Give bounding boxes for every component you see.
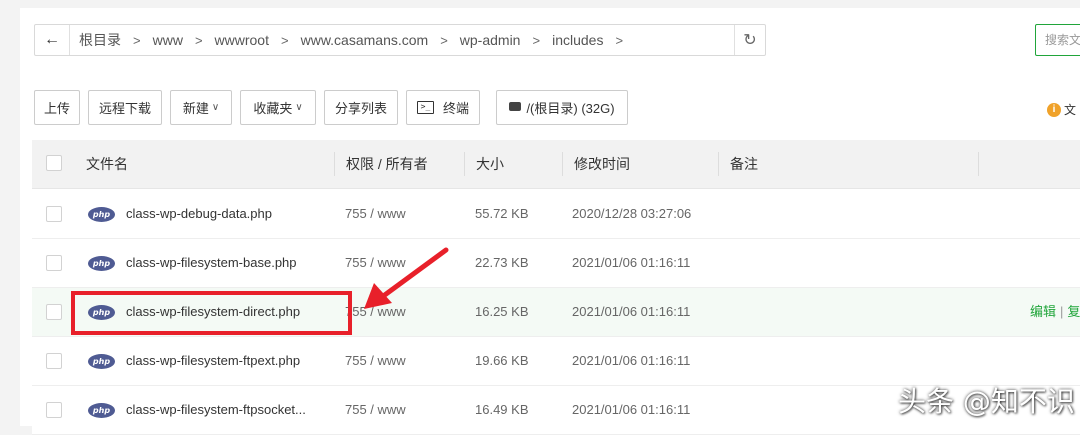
share-list-button[interactable]: 分享列表 bbox=[324, 90, 398, 125]
file-permission[interactable]: 755 / www bbox=[345, 190, 406, 238]
highlight-box bbox=[71, 291, 352, 335]
remote-download-button[interactable]: 远程下载 bbox=[88, 90, 162, 125]
file-size: 55.72 KB bbox=[475, 206, 529, 221]
breadcrumb-item-wp-admin[interactable]: wp-admin bbox=[460, 32, 521, 48]
refresh-button[interactable]: ↻ bbox=[734, 25, 765, 55]
header-divider bbox=[978, 152, 979, 176]
remote-download-label: 远程下载 bbox=[98, 101, 151, 116]
file-size: 19.66 KB bbox=[475, 353, 529, 368]
file-size: 22.73 KB bbox=[475, 255, 529, 270]
chevron-right-icon: > bbox=[133, 32, 141, 48]
file-size: 16.49 KB bbox=[475, 402, 529, 417]
table-row[interactable]: php class-wp-filesystem-base.php 755 / w… bbox=[32, 239, 1080, 288]
table-header: 文件名 权限 / 所有者 大小 修改时间 备注 bbox=[32, 140, 1080, 189]
file-mtime: 2020/12/28 03:27:06 bbox=[572, 206, 692, 221]
file-mtime: 2021/01/06 01:16:11 bbox=[572, 402, 691, 417]
php-file-icon: php bbox=[88, 403, 115, 418]
header-name[interactable]: 文件名 bbox=[86, 140, 128, 188]
header-divider bbox=[562, 152, 563, 176]
favorites-label: 收藏夹 bbox=[253, 101, 293, 116]
php-file-icon: php bbox=[88, 354, 115, 369]
chevron-right-icon: > bbox=[440, 32, 448, 48]
header-divider bbox=[464, 152, 465, 176]
php-file-icon: php bbox=[88, 207, 115, 222]
search-input[interactable]: 搜索文 bbox=[1035, 24, 1080, 56]
chevron-right-icon: > bbox=[532, 32, 541, 48]
terminal-label: 终端 bbox=[442, 101, 469, 116]
file-permission[interactable]: 755 / www bbox=[345, 337, 406, 385]
php-file-icon: php bbox=[88, 256, 115, 271]
row-checkbox[interactable] bbox=[46, 206, 62, 222]
file-name[interactable]: class-wp-filesystem-ftpsocket... bbox=[126, 386, 306, 434]
row-checkbox[interactable] bbox=[46, 402, 62, 418]
file-mtime: 2021/01/06 01:16:11 bbox=[572, 353, 691, 368]
chevron-down-icon: ∨ bbox=[295, 102, 303, 113]
breadcrumb-bar: ← 根目录 > www > wwwroot > www.casamans.com… bbox=[34, 24, 766, 56]
header-size[interactable]: 大小 bbox=[476, 140, 504, 188]
breadcrumb-item-includes[interactable]: includes bbox=[552, 32, 603, 48]
breadcrumb-item-www[interactable]: www bbox=[153, 32, 183, 48]
disk-button[interactable]: /(根目录) (32G) bbox=[496, 90, 628, 125]
refresh-icon: ↻ bbox=[743, 32, 757, 49]
info-icon: i bbox=[1047, 102, 1061, 117]
disk-icon bbox=[509, 102, 522, 111]
arrow-left-icon: ← bbox=[44, 31, 60, 48]
chevron-right-icon: > bbox=[194, 32, 203, 48]
file-name[interactable]: class-wp-filesystem-base.php bbox=[126, 239, 297, 287]
watermark: 头条 @知不识 bbox=[898, 385, 1075, 418]
tip[interactable]: i 文 bbox=[1047, 101, 1076, 118]
chevron-right-icon: > bbox=[281, 32, 289, 48]
row-checkbox[interactable] bbox=[46, 353, 62, 369]
file-mtime: 2021/01/06 01:16:11 bbox=[572, 255, 691, 270]
table-row[interactable]: php class-wp-debug-data.php 755 / www 55… bbox=[32, 190, 1080, 239]
breadcrumb: 根目录 > www > wwwroot > www.casamans.com >… bbox=[79, 25, 635, 55]
header-divider bbox=[718, 152, 719, 176]
select-all-checkbox[interactable] bbox=[46, 155, 62, 171]
row-checkbox[interactable] bbox=[46, 255, 62, 271]
annotation-arrow-icon bbox=[364, 247, 449, 309]
row-actions: 编辑 | 复 bbox=[1030, 288, 1080, 336]
terminal-button[interactable]: >_ 终端 bbox=[406, 90, 480, 125]
file-mtime: 2021/01/06 01:16:11 bbox=[572, 304, 691, 319]
new-dropdown-button[interactable]: 新建 ∨ bbox=[170, 90, 232, 125]
chevron-down-icon: ∨ bbox=[211, 102, 220, 113]
table-row[interactable]: php class-wp-filesystem-ftpext.php 755 /… bbox=[32, 337, 1080, 386]
tip-label: 文 bbox=[1064, 103, 1077, 117]
edit-link[interactable]: 编辑 bbox=[1030, 304, 1056, 319]
disk-label: /(根目录) (32G) bbox=[526, 101, 615, 116]
file-size: 16.25 KB bbox=[475, 304, 529, 319]
header-permission[interactable]: 权限 / 所有者 bbox=[346, 140, 428, 188]
breadcrumb-item-root[interactable]: 根目录 bbox=[79, 30, 121, 50]
favorites-dropdown-button[interactable]: 收藏夹 ∨ bbox=[240, 90, 316, 125]
header-divider bbox=[334, 152, 335, 176]
copy-link[interactable]: 复 bbox=[1067, 304, 1080, 319]
upload-label: 上传 bbox=[43, 101, 70, 116]
new-label: 新建 bbox=[182, 101, 209, 116]
chevron-right-icon: > bbox=[615, 32, 624, 48]
file-name[interactable]: class-wp-filesystem-ftpext.php bbox=[126, 337, 300, 385]
header-mtime[interactable]: 修改时间 bbox=[574, 140, 630, 188]
row-checkbox[interactable] bbox=[46, 304, 62, 320]
share-list-label: 分享列表 bbox=[334, 101, 387, 116]
back-button[interactable]: ← bbox=[35, 25, 70, 55]
breadcrumb-item-site[interactable]: www.casamans.com bbox=[301, 32, 429, 48]
upload-button[interactable]: 上传 bbox=[34, 90, 80, 125]
terminal-icon: >_ bbox=[416, 101, 434, 114]
header-note: 备注 bbox=[730, 156, 758, 172]
file-permission[interactable]: 755 / www bbox=[345, 386, 406, 434]
file-name[interactable]: class-wp-debug-data.php bbox=[126, 190, 272, 238]
action-separator: | bbox=[1060, 304, 1064, 319]
breadcrumb-item-wwwroot[interactable]: wwwroot bbox=[215, 32, 269, 48]
